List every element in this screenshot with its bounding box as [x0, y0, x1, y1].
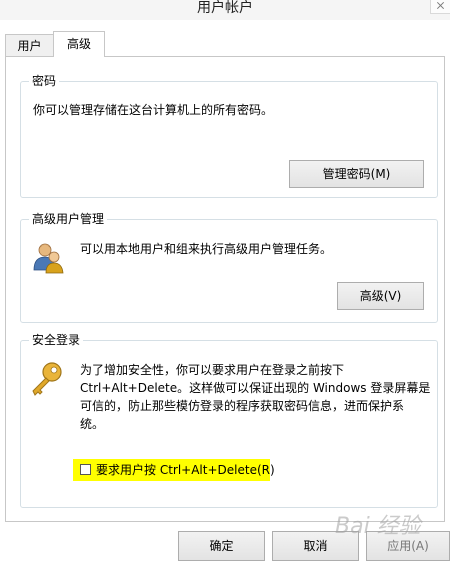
tab-users[interactable]: 用户: [5, 34, 54, 56]
watermark: Bai 经验: [335, 514, 421, 539]
manage-passwords-button[interactable]: 管理密码(M): [289, 160, 424, 188]
key-icon: [32, 362, 62, 396]
window-title: 用户帐户: [197, 0, 253, 16]
passwords-group-title: 密码: [29, 72, 60, 90]
title-bar: 用户帐户: [0, 0, 450, 20]
users-icon: [33, 243, 64, 274]
advanced-user-management-description: 可以用本地用户和组来执行高级用户管理任务。: [80, 242, 333, 256]
tab-advanced[interactable]: 高级: [53, 31, 105, 57]
require-ctrl-alt-delete-label[interactable]: 要求用户按 Ctrl+Alt+Delete(R): [96, 461, 275, 479]
ok-button[interactable]: 确定: [178, 531, 265, 561]
close-button[interactable]: [430, 0, 450, 14]
secure-logon-line-2: Ctrl+Alt+Delete。这样做可以保证出现的 Windows 登录屏幕是: [80, 381, 431, 395]
require-ctrl-alt-delete-checkbox[interactable]: [80, 464, 91, 475]
secure-logon-line-4: 统。: [80, 417, 105, 431]
secure-logon-line-1: 为了增加安全性，你可以要求用户在登录之前按下: [80, 363, 345, 377]
passwords-description: 你可以管理存储在这台计算机上的所有密码。: [33, 103, 274, 117]
advanced-user-management-title: 高级用户管理: [29, 210, 108, 228]
secure-logon-line-3: 可信的，防止那些模仿登录的程序获取密码信息，进而保护系: [80, 399, 405, 413]
advanced-button[interactable]: 高级(V): [337, 282, 424, 310]
secure-logon-title: 安全登录: [29, 331, 84, 349]
